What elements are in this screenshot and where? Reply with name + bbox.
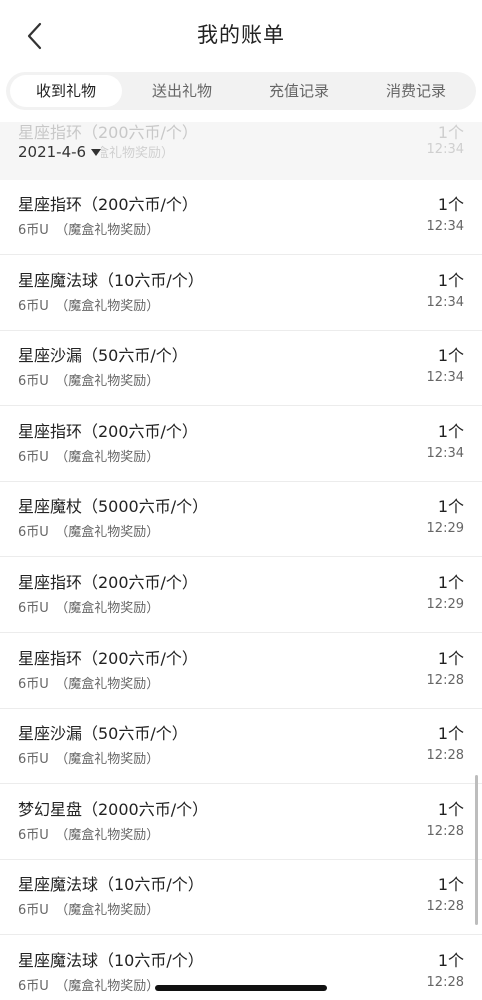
record-source: 6币U （魔盒礼物奖励）	[18, 223, 160, 238]
record-name: 星座指环（200六币/个）	[18, 573, 198, 592]
record-name: 星座指环（200六币/个）	[18, 648, 198, 668]
record-time: 12:34	[426, 445, 464, 461]
record-quantity: 1个	[437, 270, 464, 290]
tab-sent-gifts[interactable]: 送出礼物	[126, 75, 238, 107]
list-item[interactable]: 星座指环（200六币/个） 6币U （魔盒礼物奖励） 1个 12:29	[0, 558, 482, 633]
record-name: 星座指环（200六币/个）	[18, 421, 198, 441]
record-name: 星座魔杖（5000六币/个）	[18, 497, 209, 517]
app-header: 我的账单	[0, 0, 482, 70]
record-time: 12:29	[426, 521, 464, 537]
record-quantity: 1个	[437, 724, 464, 744]
home-indicator	[155, 985, 327, 991]
record-name: 星座魔法球（10六币/个）	[18, 951, 204, 970]
record-time: 12:34	[426, 219, 464, 234]
tab-spending-records[interactable]: 消费记录	[360, 75, 472, 107]
date-header: 星座指环（200六币/个） 盒礼物奖励） 1个 12:34 2021-4-6	[0, 122, 482, 180]
tab-recharge-records[interactable]: 充值记录	[243, 75, 355, 107]
record-quantity: 1个	[437, 648, 464, 668]
record-quantity: 1个	[437, 875, 464, 895]
record-name: 梦幻星盘（2000六币/个）	[18, 799, 209, 819]
record-source: 6币U （魔盒礼物奖励）	[18, 752, 160, 768]
record-source: 6币U （魔盒礼物奖励）	[18, 601, 160, 616]
record-quantity: 1个	[437, 346, 464, 366]
list-item[interactable]: 星座沙漏（50六币/个） 6币U （魔盒礼物奖励） 1个 12:34	[0, 331, 482, 407]
list-item[interactable]: 星座指环（200六币/个） 6币U （魔盒礼物奖励） 1个 12:28	[0, 633, 482, 709]
record-quantity: 1个	[437, 421, 464, 441]
record-name: 星座魔法球（10六币/个）	[18, 270, 204, 290]
date-selector[interactable]: 2021-4-6	[18, 142, 102, 162]
record-source: 6币U （魔盒礼物奖励）	[18, 676, 160, 692]
record-source: 6币U （魔盒礼物奖励）	[18, 298, 160, 314]
record-time: 12:34	[426, 294, 464, 310]
record-name: 星座指环（200六币/个）	[18, 195, 198, 214]
record-time: 12:28	[426, 672, 464, 688]
record-quantity: 1个	[437, 799, 464, 819]
tab-bar: 收到礼物 送出礼物 充值记录 消费记录	[6, 72, 476, 110]
list-item[interactable]: 星座魔法球（10六币/个） 6币U （魔盒礼物奖励） 1个 12:28	[0, 860, 482, 936]
list-item[interactable]: 星座魔法球（10六币/个） 6币U （魔盒礼物奖励） 1个 12:34	[0, 255, 482, 331]
list-item[interactable]: 星座沙漏（50六币/个） 6币U （魔盒礼物奖励） 1个 12:28	[0, 709, 482, 785]
record-quantity: 1个	[437, 497, 464, 517]
record-quantity: 1个	[437, 573, 464, 592]
record-time: 12:28	[426, 899, 464, 915]
date-label: 2021-4-6	[18, 143, 87, 161]
list-item[interactable]: 梦幻星盘（2000六币/个） 6币U （魔盒礼物奖励） 1个 12:28	[0, 784, 482, 860]
record-source: 6币U （魔盒礼物奖励）	[18, 525, 160, 541]
record-source: 6币U （魔盒礼物奖励）	[18, 979, 160, 994]
record-time: 12:34	[426, 370, 464, 386]
record-time: 12:28	[426, 975, 464, 990]
record-quantity: 1个	[437, 951, 464, 970]
record-source: 6币U （魔盒礼物奖励）	[18, 449, 160, 465]
record-source: 6币U （魔盒礼物奖励）	[18, 374, 160, 390]
scrollbar[interactable]	[475, 775, 478, 925]
caret-down-icon	[91, 148, 102, 156]
faded-record-sub: 盒礼物奖励）	[96, 146, 175, 161]
faded-record-time: 12:34	[426, 142, 464, 157]
list-item[interactable]: 星座魔杖（5000六币/个） 6币U （魔盒礼物奖励） 1个 12:29	[0, 482, 482, 558]
record-time: 12:28	[426, 748, 464, 764]
record-source: 6币U （魔盒礼物奖励）	[18, 903, 160, 919]
record-name: 星座沙漏（50六币/个）	[18, 346, 188, 366]
record-time: 12:28	[426, 823, 464, 839]
record-source: 6币U （魔盒礼物奖励）	[18, 827, 160, 843]
list-item[interactable]: 星座指环（200六币/个） 6币U （魔盒礼物奖励） 1个 12:34	[0, 406, 482, 482]
list-item[interactable]: 星座指环（200六币/个） 6币U （魔盒礼物奖励） 1个 12:34	[0, 180, 482, 255]
record-name: 星座魔法球（10六币/个）	[18, 875, 204, 895]
tab-received-gifts[interactable]: 收到礼物	[10, 75, 122, 107]
faded-record-name: 星座指环（200六币/个）	[18, 123, 198, 142]
record-list[interactable]: 星座指环（200六币/个） 6币U （魔盒礼物奖励） 1个 12:34 星座魔法球（10…	[0, 122, 482, 1000]
faded-record-qty: 1个	[437, 123, 464, 142]
record-time: 12:29	[426, 597, 464, 612]
record-name: 星座沙漏（50六币/个）	[18, 724, 188, 744]
record-quantity: 1个	[437, 195, 464, 214]
page-title: 我的账单	[197, 23, 285, 47]
